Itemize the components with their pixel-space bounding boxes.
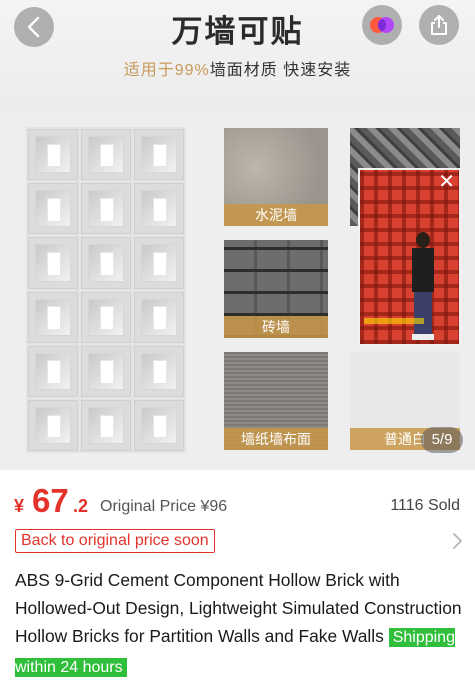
brick-cell — [81, 129, 131, 181]
material-swatch-cement: 水泥墙 — [224, 128, 328, 226]
price-row: ¥ 67 .2 Original Price ¥96 1116 Sold — [14, 482, 464, 522]
price-currency: ¥ — [14, 496, 25, 516]
brick-cell — [28, 237, 78, 289]
image-subheadline: 适用于99%墙面材质 快速安装 — [0, 56, 475, 80]
subheadline-rest: 墙面材质 快速安装 — [209, 62, 352, 79]
person-figure — [410, 232, 436, 342]
brick-cell — [134, 291, 184, 343]
material-label: 砖墙 — [224, 316, 328, 338]
product-title: ABS 9-Grid Cement Component Hollow Brick… — [15, 566, 463, 682]
brick-cell — [28, 291, 78, 343]
back-button[interactable] — [14, 7, 54, 47]
brick-cell — [134, 129, 184, 181]
brick-cell — [28, 183, 78, 235]
brick-cell — [81, 291, 131, 343]
image-headline: 万墙可贴 — [171, 14, 304, 49]
price-restore-notice[interactable]: Back to original price soon — [15, 529, 215, 553]
brick-cell — [81, 183, 131, 235]
subheadline-highlight: 适用于99% — [123, 62, 210, 79]
brick-cell — [134, 183, 184, 235]
chevron-right-icon[interactable] — [450, 532, 464, 550]
close-icon[interactable]: ✕ — [438, 172, 455, 192]
brick-cell — [28, 399, 78, 451]
sold-count: 1116 Sold — [390, 497, 460, 514]
video-caption-strip — [364, 318, 424, 324]
material-swatch-brick: 砖墙 — [224, 240, 328, 338]
original-price: Original Price ¥96 — [100, 498, 228, 515]
brick-cell — [28, 129, 78, 181]
brick-cell — [134, 237, 184, 289]
share-icon — [431, 15, 447, 35]
brick-cell — [134, 345, 184, 397]
chevron-left-icon — [27, 16, 40, 38]
app-logo-icon — [370, 17, 394, 33]
price-decimal: .2 — [73, 496, 89, 516]
hollow-brick-panel-image — [26, 127, 186, 453]
floating-video-preview[interactable]: ✕ — [358, 168, 461, 346]
share-button[interactable] — [419, 5, 459, 45]
material-label: 水泥墙 — [224, 204, 328, 226]
brick-cell — [81, 399, 131, 451]
material-swatch-wallpaper: 墙纸墙布面 — [224, 352, 328, 450]
brick-cell — [81, 237, 131, 289]
brick-cell — [28, 345, 78, 397]
material-label: 墙纸墙布面 — [224, 428, 328, 450]
image-page-indicator: 5/9 — [421, 427, 463, 453]
product-image-carousel[interactable]: 万墙可贴 适用于99%墙面材质 快速安装 水泥墙 砖墙 墙纸墙布面 普通白 ✕ … — [0, 0, 475, 470]
brick-cell — [134, 399, 184, 451]
price-integer: 67 — [32, 482, 69, 519]
app-shortcut-button[interactable] — [362, 5, 402, 45]
brick-cell — [81, 345, 131, 397]
